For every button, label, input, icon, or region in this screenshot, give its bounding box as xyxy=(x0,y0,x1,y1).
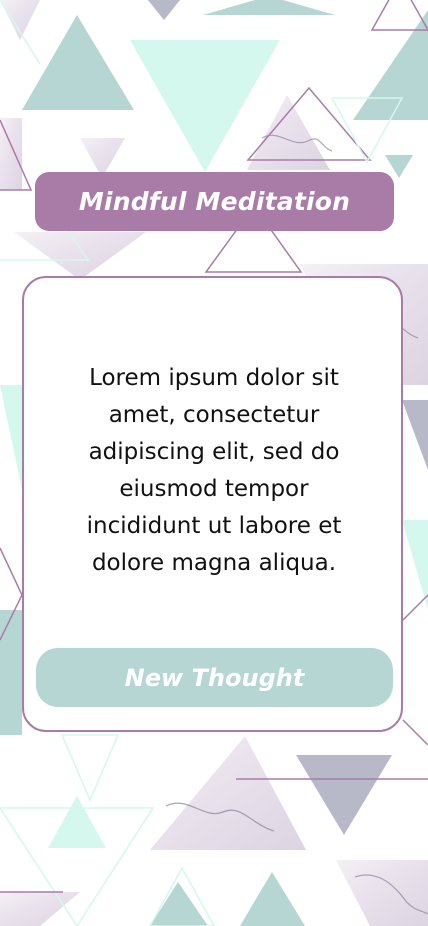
new-thought-button[interactable]: New Thought xyxy=(36,648,393,707)
new-thought-label: New Thought xyxy=(124,663,305,692)
quote-card: Lorem ipsum dolor sit amet, consectetur … xyxy=(22,276,403,732)
quote-text: Lorem ipsum dolor sit amet, consectetur … xyxy=(86,365,342,576)
title-banner: Mindful Meditation xyxy=(35,172,394,231)
app-title: Mindful Meditation xyxy=(78,187,351,216)
meditation-screen: Mindful Meditation Lorem ipsum dolor sit… xyxy=(0,0,428,926)
